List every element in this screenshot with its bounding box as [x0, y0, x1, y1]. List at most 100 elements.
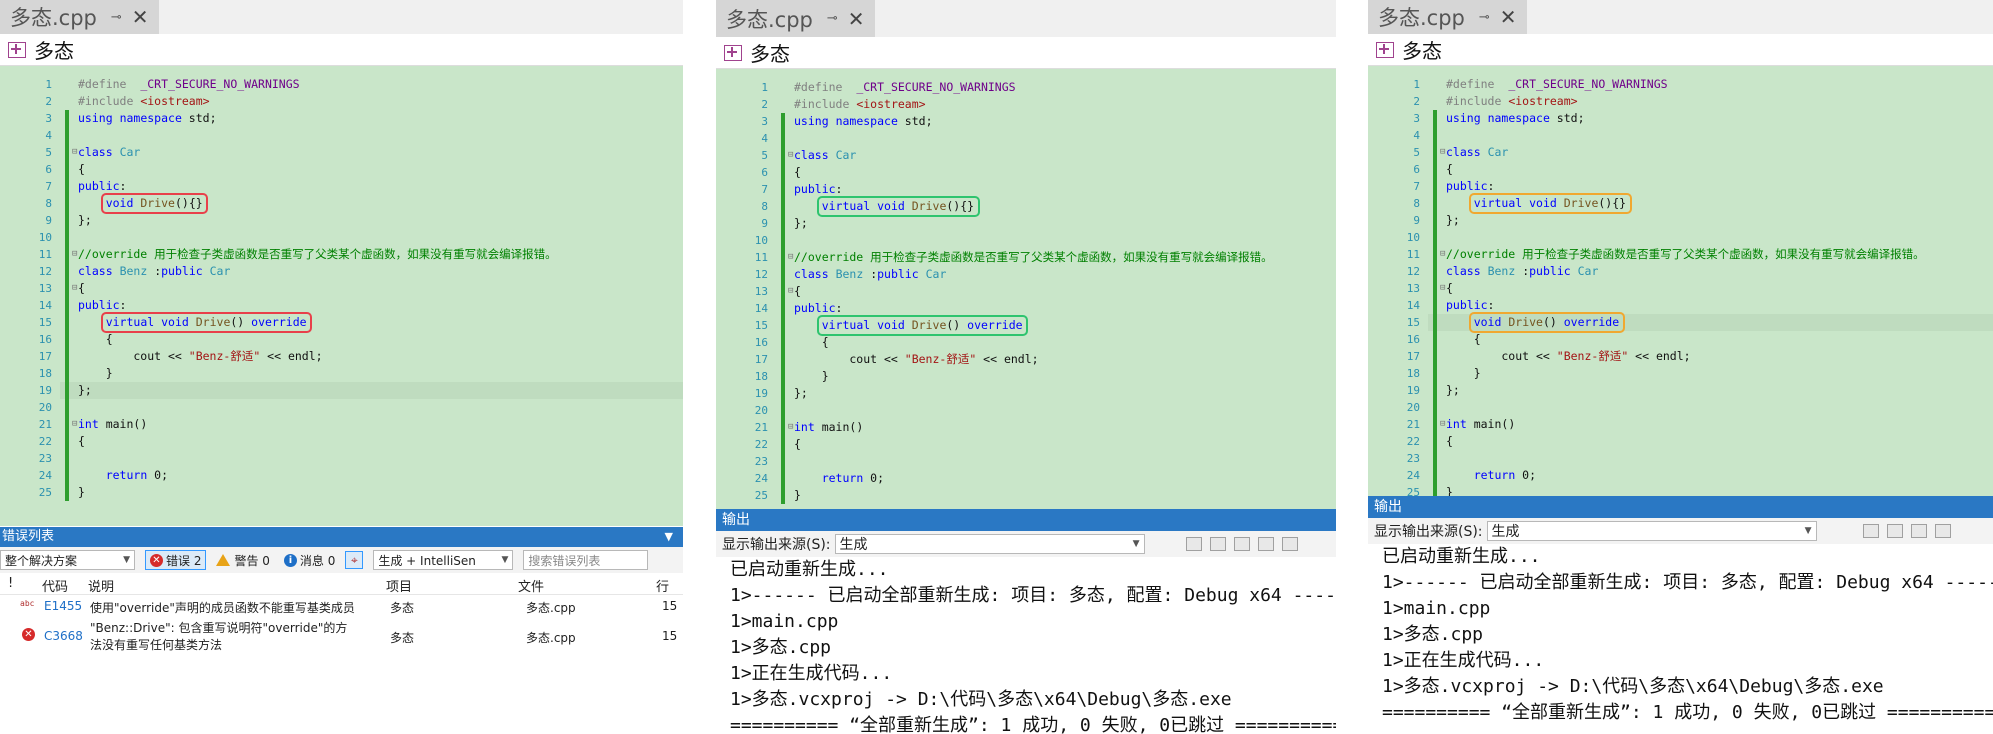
- output-text[interactable]: 已启动重新生成... 1>------ 已启动全部重新生成: 项目: 多态, 配…: [1368, 544, 1993, 734]
- code-line[interactable]: 16 {: [0, 331, 683, 348]
- fold-toggle-icon[interactable]: ⊟: [1440, 144, 1445, 161]
- fold-toggle-icon[interactable]: ⊟: [72, 416, 77, 433]
- clear-all-icon[interactable]: [1935, 524, 1951, 538]
- code-line[interactable]: 11 ⊟//override 用于检查子类虚函数是否重写了父类某个虚函数，如果没有…: [0, 246, 683, 263]
- code-line[interactable]: 2 #include <iostream>: [0, 93, 683, 110]
- code-line[interactable]: 7 public:: [1368, 178, 1993, 195]
- code-line[interactable]: 1 #define _CRT_SECURE_NO_WARNINGS: [0, 76, 683, 93]
- code-line[interactable]: 23: [0, 450, 683, 467]
- fold-toggle-icon[interactable]: ⊟: [788, 249, 793, 266]
- code-line[interactable]: 17 cout << "Benz-舒适" << endl;: [716, 351, 1336, 368]
- code-line[interactable]: 1 #define _CRT_SECURE_NO_WARNINGS: [716, 79, 1336, 96]
- code-line[interactable]: 21 ⊟ int main(): [1368, 416, 1993, 433]
- pin-icon[interactable]: ⊸: [1479, 10, 1490, 25]
- code-line[interactable]: 19};: [716, 385, 1336, 402]
- pin-icon[interactable]: ⊸: [827, 11, 838, 26]
- code-line[interactable]: 8 virtual void Drive(){}: [1368, 195, 1993, 212]
- code-line[interactable]: 10: [716, 232, 1336, 249]
- code-line[interactable]: 3 using namespace std;: [1368, 110, 1993, 127]
- code-line[interactable]: 9};: [1368, 212, 1993, 229]
- table-row[interactable]: ✕ C3668 "Benz::Drive": 包含重写说明符"override"…: [0, 619, 683, 655]
- fold-toggle-icon[interactable]: ⊟: [788, 147, 793, 164]
- code-line[interactable]: 5 ⊟ class Car: [1368, 144, 1993, 161]
- next-message-icon[interactable]: [1234, 537, 1250, 551]
- code-line[interactable]: 20: [1368, 399, 1993, 416]
- code-line[interactable]: 13 ⊟{: [1368, 280, 1993, 297]
- header-description[interactable]: 说明: [88, 576, 114, 595]
- search-error-list-input[interactable]: 搜索错误列表: [523, 550, 649, 570]
- code-line[interactable]: 23: [1368, 450, 1993, 467]
- code-line[interactable]: 10: [0, 229, 683, 246]
- code-line[interactable]: 24 return 0;: [0, 467, 683, 484]
- code-line[interactable]: 24 return 0;: [716, 470, 1336, 487]
- error-code-link[interactable]: E1455: [44, 599, 82, 613]
- code-line[interactable]: 13 ⊟{: [716, 283, 1336, 300]
- document-tab[interactable]: 多态.cpp ⊸ ✕: [716, 0, 875, 37]
- code-line[interactable]: 14 public:: [0, 297, 683, 314]
- code-editor[interactable]: 1 #define _CRT_SECURE_NO_WARNINGS 2 #includ…: [1368, 66, 1993, 496]
- code-line[interactable]: 4: [0, 127, 683, 144]
- code-line[interactable]: 11 ⊟//override 用于检查子类虚函数是否重写了父类某个虚函数，如果没有…: [1368, 246, 1993, 263]
- code-line[interactable]: 5 ⊟ class Car: [0, 144, 683, 161]
- code-line[interactable]: 6{: [716, 164, 1336, 181]
- fold-toggle-icon[interactable]: ⊟: [1440, 280, 1445, 297]
- code-line[interactable]: 11 ⊟//override 用于检查子类虚函数是否重写了父类某个虚函数，如果没有…: [716, 249, 1336, 266]
- code-line[interactable]: 9};: [0, 212, 683, 229]
- code-line[interactable]: 19};: [1368, 382, 1993, 399]
- document-tab[interactable]: 多态.cpp ⊸ ✕: [0, 0, 159, 34]
- fold-toggle-icon[interactable]: ⊟: [1440, 416, 1445, 433]
- code-line[interactable]: 2 #include <iostream>: [1368, 93, 1993, 110]
- header-code[interactable]: 代码: [42, 576, 68, 595]
- code-line[interactable]: 2 #include <iostream>: [716, 96, 1336, 113]
- fold-toggle-icon[interactable]: ⊟: [72, 246, 77, 263]
- code-line[interactable]: 5 ⊟ class Car: [716, 147, 1336, 164]
- document-tab[interactable]: 多态.cpp ⊸ ✕: [1368, 0, 1527, 34]
- header-project[interactable]: 项目: [386, 576, 412, 595]
- fold-toggle-icon[interactable]: ⊟: [788, 419, 793, 436]
- code-line[interactable]: 17 cout << "Benz-舒适" << endl;: [1368, 348, 1993, 365]
- code-line[interactable]: 3 using namespace std;: [716, 113, 1336, 130]
- header-line[interactable]: 行: [656, 576, 669, 595]
- code-line[interactable]: 14 public:: [1368, 297, 1993, 314]
- fold-toggle-icon[interactable]: ⊟: [1440, 246, 1445, 263]
- code-line[interactable]: 25}: [716, 487, 1336, 504]
- header-file[interactable]: 文件: [518, 576, 544, 595]
- code-line[interactable]: 21 ⊟ int main(): [0, 416, 683, 433]
- prev-message-icon[interactable]: [1210, 537, 1226, 551]
- code-line[interactable]: 6{: [0, 161, 683, 178]
- find-message-icon[interactable]: [1186, 537, 1202, 551]
- code-line[interactable]: 19};: [0, 382, 683, 399]
- code-line[interactable]: 18 }: [716, 368, 1336, 385]
- code-line[interactable]: 1 #define _CRT_SECURE_NO_WARNINGS: [1368, 76, 1993, 93]
- code-editor[interactable]: 1 #define _CRT_SECURE_NO_WARNINGS 2 #includ…: [716, 69, 1336, 509]
- code-line[interactable]: 22 {: [716, 436, 1336, 453]
- dropdown-arrow-icon[interactable]: ▼: [665, 527, 673, 547]
- code-line[interactable]: 17 cout << "Benz-舒适" << endl;: [0, 348, 683, 365]
- code-line[interactable]: 20: [0, 399, 683, 416]
- output-source-select[interactable]: 生成 ▼: [1486, 521, 1817, 541]
- output-text[interactable]: 已启动重新生成... 1>------ 已启动全部重新生成: 项目: 多态, 配…: [716, 557, 1336, 734]
- code-line[interactable]: 12 class Benz :public Car: [0, 263, 683, 280]
- table-row[interactable]: abc E1455 使用"override"声明的成员函数不能重写基类成员 多态…: [0, 597, 683, 617]
- next-message-icon[interactable]: [1911, 524, 1927, 538]
- errors-filter-button[interactable]: ✕ 错误 2: [145, 550, 207, 570]
- code-line[interactable]: 16 {: [1368, 331, 1993, 348]
- build-source-select[interactable]: 生成 + IntelliSen ▼: [373, 550, 514, 570]
- code-line[interactable]: 3 using namespace std;: [0, 110, 683, 127]
- code-line[interactable]: 8 virtual void Drive(){}: [716, 198, 1336, 215]
- prev-message-icon[interactable]: [1887, 524, 1903, 538]
- code-editor[interactable]: 1 #define _CRT_SECURE_NO_WARNINGS 2 #includ…: [0, 66, 683, 526]
- word-wrap-icon[interactable]: [1282, 537, 1298, 551]
- code-line[interactable]: 10: [1368, 229, 1993, 246]
- code-line[interactable]: 18 }: [1368, 365, 1993, 382]
- navigation-bar[interactable]: 多态: [716, 37, 1336, 69]
- clear-all-icon[interactable]: [1258, 537, 1274, 551]
- code-line[interactable]: 13 ⊟{: [0, 280, 683, 297]
- navigation-bar[interactable]: 多态: [1368, 34, 1993, 66]
- code-line[interactable]: 7 public:: [0, 178, 683, 195]
- code-line[interactable]: 12 class Benz :public Car: [716, 266, 1336, 283]
- code-line[interactable]: 15 void Drive() override: [1368, 314, 1993, 331]
- code-line[interactable]: 22 {: [0, 433, 683, 450]
- code-line[interactable]: 4: [1368, 127, 1993, 144]
- code-line[interactable]: 12 class Benz :public Car: [1368, 263, 1993, 280]
